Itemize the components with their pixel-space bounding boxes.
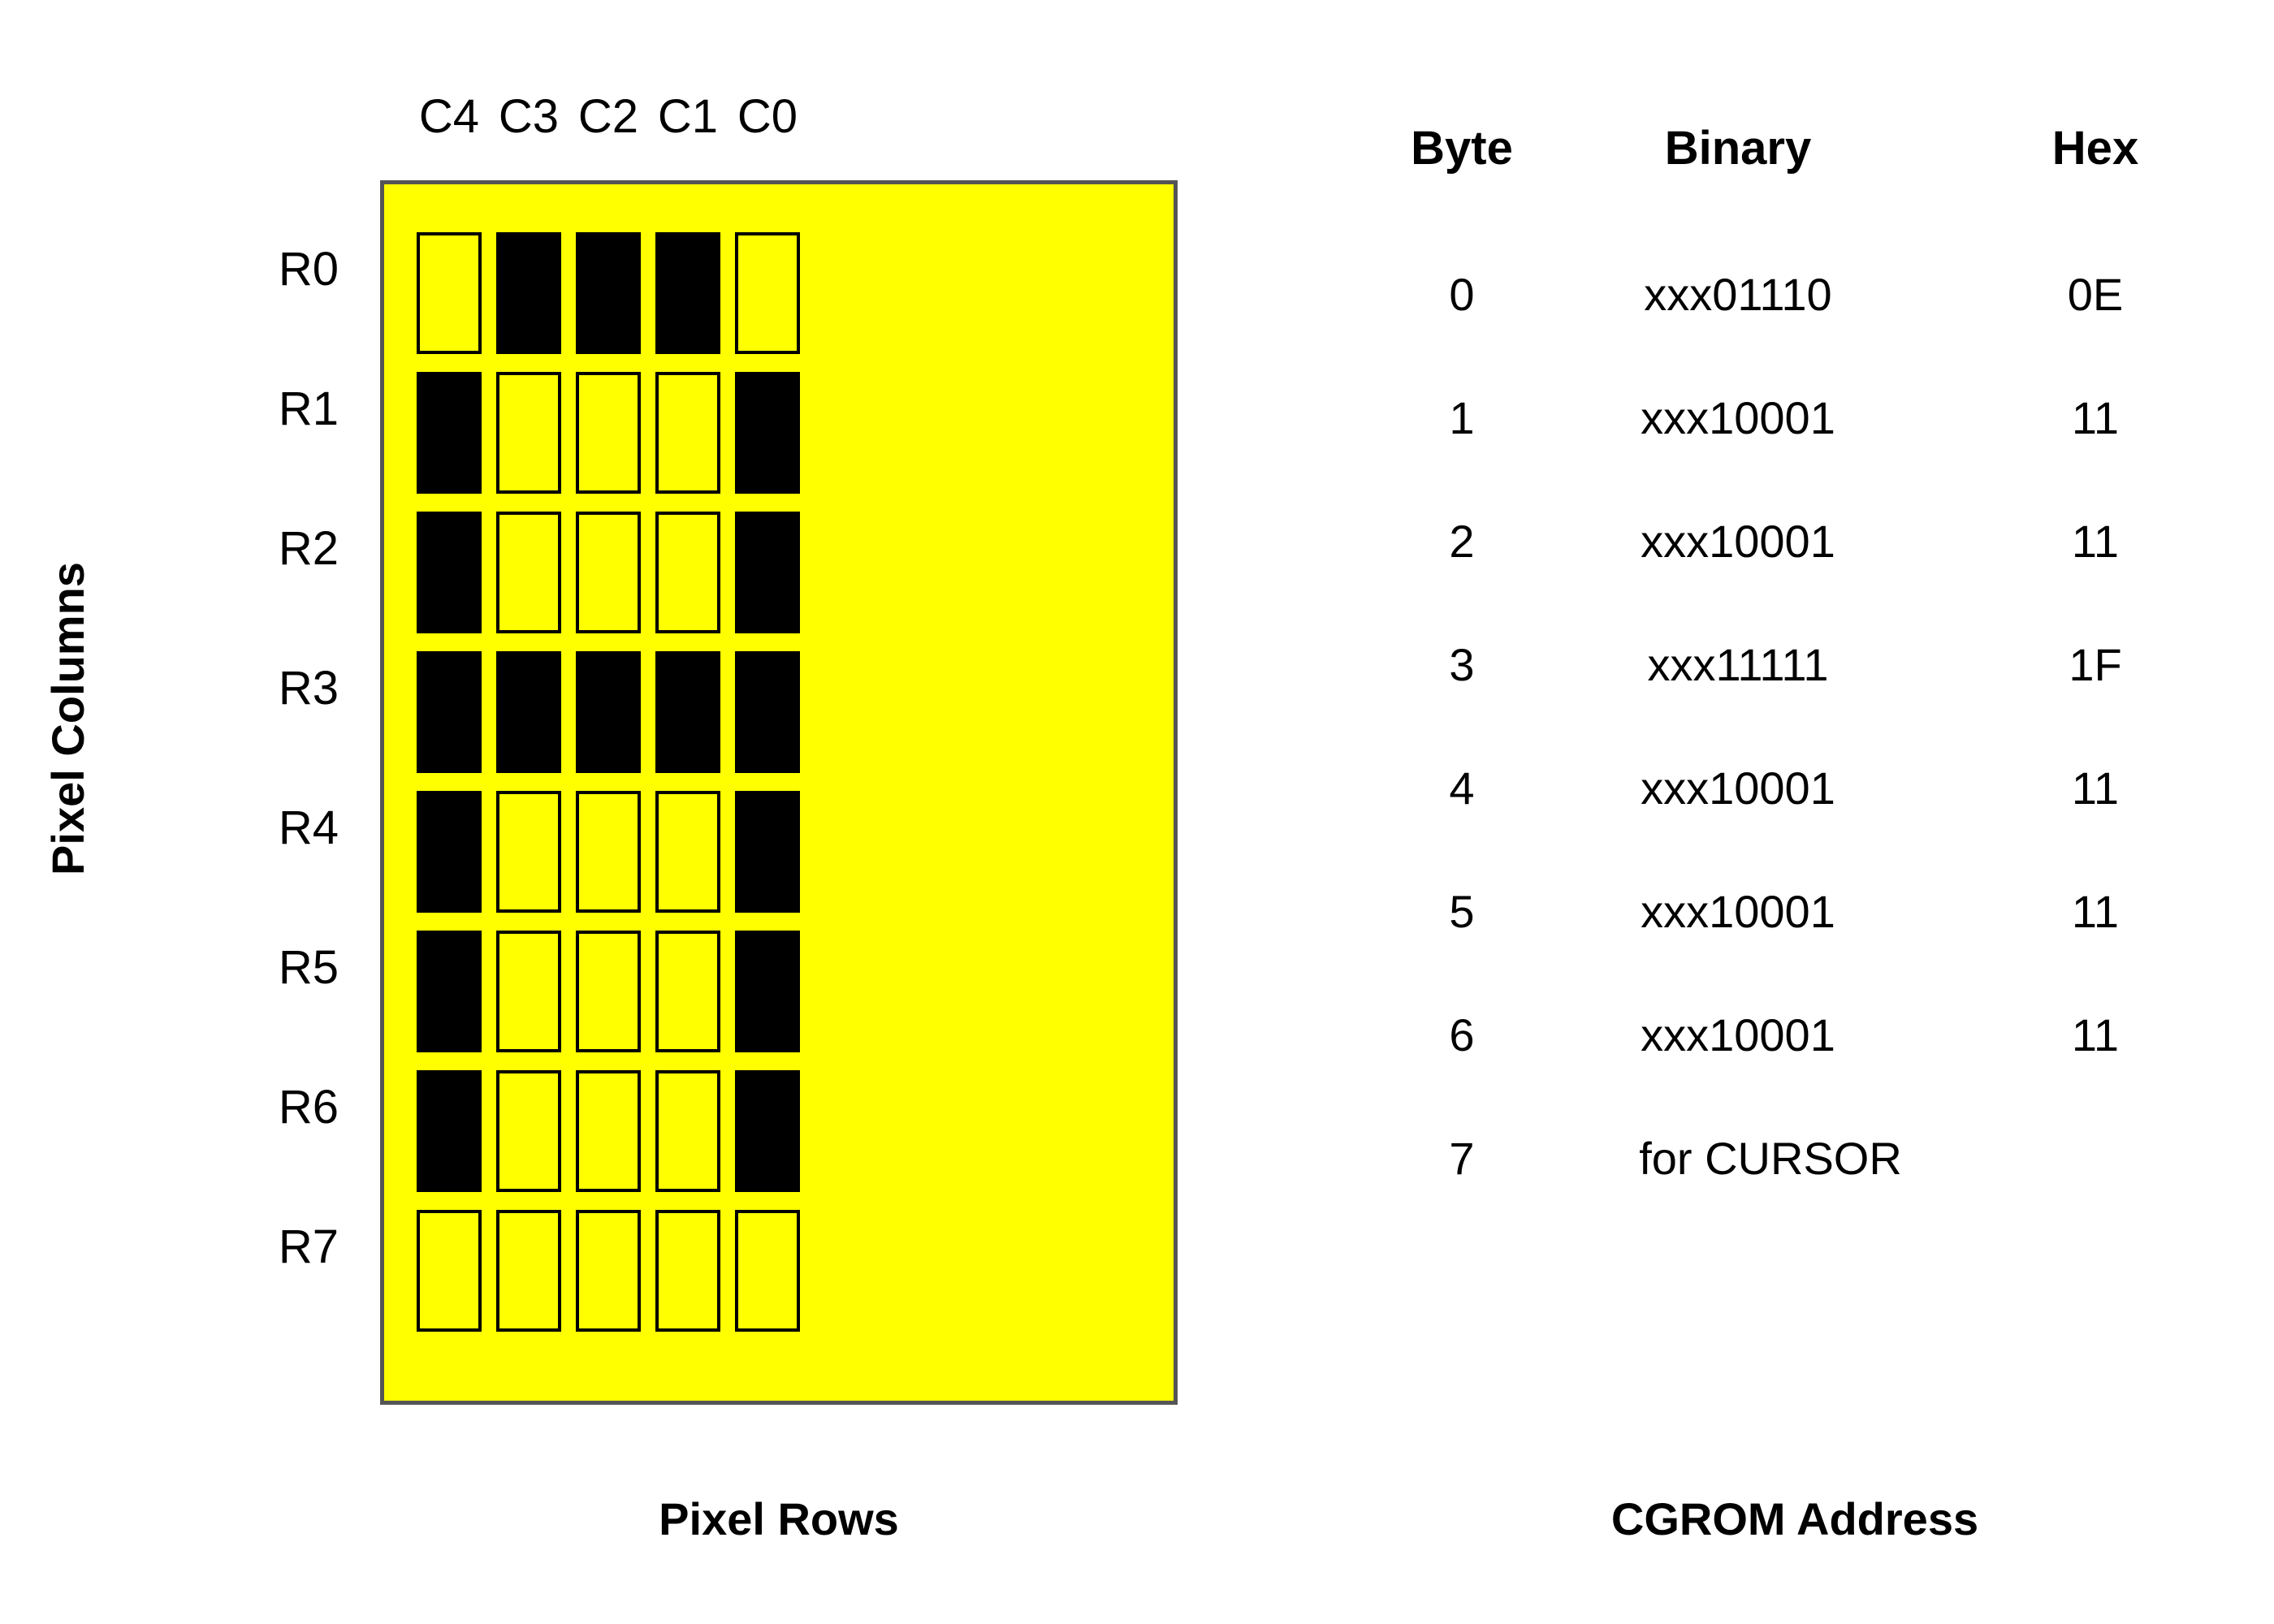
- pixel-cell-r0-c0: [735, 232, 800, 354]
- pixel-cell-r6-c1: [655, 1070, 720, 1192]
- row-header-r1: R1: [278, 382, 339, 435]
- pixel-cell-r1-c3: [496, 372, 561, 494]
- column-header-c0: C0: [737, 90, 798, 143]
- row-header-r7: R7: [278, 1220, 339, 1273]
- column-header-row: C4 C3 C2 C1 C0: [417, 88, 1125, 146]
- table-cell-hex-2: 11: [2071, 516, 2120, 567]
- pixel-cell-r2-c3: [496, 512, 561, 633]
- pixel-cell-r6-c3: [496, 1070, 561, 1192]
- lcd-pixel-panel: [380, 180, 1178, 1405]
- pixel-cell-r5-c3: [496, 931, 561, 1052]
- cgrom-address-caption: CGROM Address: [1610, 1493, 1979, 1544]
- pixel-cell-r1-c4: [417, 372, 482, 494]
- pixel-cell-r1-c1: [655, 372, 720, 494]
- pixel-cell-r7-c1: [655, 1210, 720, 1332]
- pixel-cell-r3-c0: [735, 651, 800, 773]
- row-header-r2: R2: [278, 522, 339, 575]
- pixel-cell-r4-c2: [576, 791, 641, 913]
- row-header-column: R0 R1 R2 R3 R4 R5 R6 R7: [252, 232, 365, 1353]
- column-header-c2: C2: [577, 90, 639, 143]
- pixel-cell-r2-c0: [735, 512, 800, 633]
- pixel-cell-r3-c3: [496, 651, 561, 773]
- pixel-cell-r2-c1: [655, 512, 720, 633]
- row-header-r0: R0: [278, 243, 339, 296]
- column-header-c1: C1: [657, 90, 719, 143]
- pixel-cell-r5-c4: [417, 931, 482, 1052]
- pixel-cell-r3-c1: [655, 651, 720, 773]
- pixel-cell-r5-c2: [576, 931, 641, 1052]
- pixel-cell-r7-c4: [417, 1210, 482, 1332]
- column-header-c3: C3: [498, 90, 560, 143]
- cgrom-address-table: Byte Binary Hex 0 xxx01110 0E 1 xxx10001 11 2 x…: [1299, 0, 2274, 1624]
- row-header-r3: R3: [278, 662, 339, 715]
- table-cell-note-7: for CURSOR: [1639, 1133, 1902, 1184]
- row-header-r5: R5: [278, 941, 339, 994]
- table-header-hex: Hex: [2051, 122, 2139, 175]
- pixel-cell-r1-c2: [576, 372, 641, 494]
- pixel-cell-r4-c1: [655, 791, 720, 913]
- row-header-r6: R6: [278, 1081, 339, 1134]
- table-cell-hex-6: 11: [2071, 1009, 2120, 1060]
- pixel-cell-r6-c2: [576, 1070, 641, 1192]
- pixel-columns-axis-label: Pixel Columns: [42, 562, 93, 875]
- pixel-cell-r2-c4: [417, 512, 482, 633]
- pixel-cell-r3-c4: [417, 651, 482, 773]
- row-header-r4: R4: [278, 801, 339, 854]
- pixel-cell-r4-c3: [496, 791, 561, 913]
- table-cell-hex-5: 11: [2071, 886, 2120, 937]
- table-cell-hex-4: 11: [2071, 762, 2120, 814]
- table-cell-hex-1: 11: [2071, 392, 2120, 443]
- pixel-cell-r0-c4: [417, 232, 482, 354]
- table-cell-hex-0: 0E: [2067, 269, 2124, 320]
- pixel-cell-r0-c2: [576, 232, 641, 354]
- pixel-cell-r1-c0: [735, 372, 800, 494]
- table-cell-hex-3: 1F: [2069, 639, 2122, 690]
- pixel-cell-r0-c3: [496, 232, 561, 354]
- pixel-cell-r4-c4: [417, 791, 482, 913]
- pixel-rows-axis-label: Pixel Rows: [659, 1493, 899, 1544]
- pixel-cell-r0-c1: [655, 232, 720, 354]
- pixel-cell-r5-c1: [655, 931, 720, 1052]
- pixel-cell-r6-c4: [417, 1070, 482, 1192]
- pixel-matrix-figure: Pixel Columns C4 C3 C2 C1 C0 R0 R1 R2 R3…: [0, 0, 1299, 1624]
- pixel-cell-r6-c0: [735, 1070, 800, 1192]
- column-header-c4: C4: [418, 90, 480, 143]
- pixel-cell-r7-c2: [576, 1210, 641, 1332]
- pixel-cell-r5-c0: [735, 931, 800, 1052]
- pixel-cell-r7-c0: [735, 1210, 800, 1332]
- pixel-cell-r2-c2: [576, 512, 641, 633]
- pixel-cell-r3-c2: [576, 651, 641, 773]
- pixel-cell-r4-c0: [735, 791, 800, 913]
- pixel-cell-r7-c3: [496, 1210, 561, 1332]
